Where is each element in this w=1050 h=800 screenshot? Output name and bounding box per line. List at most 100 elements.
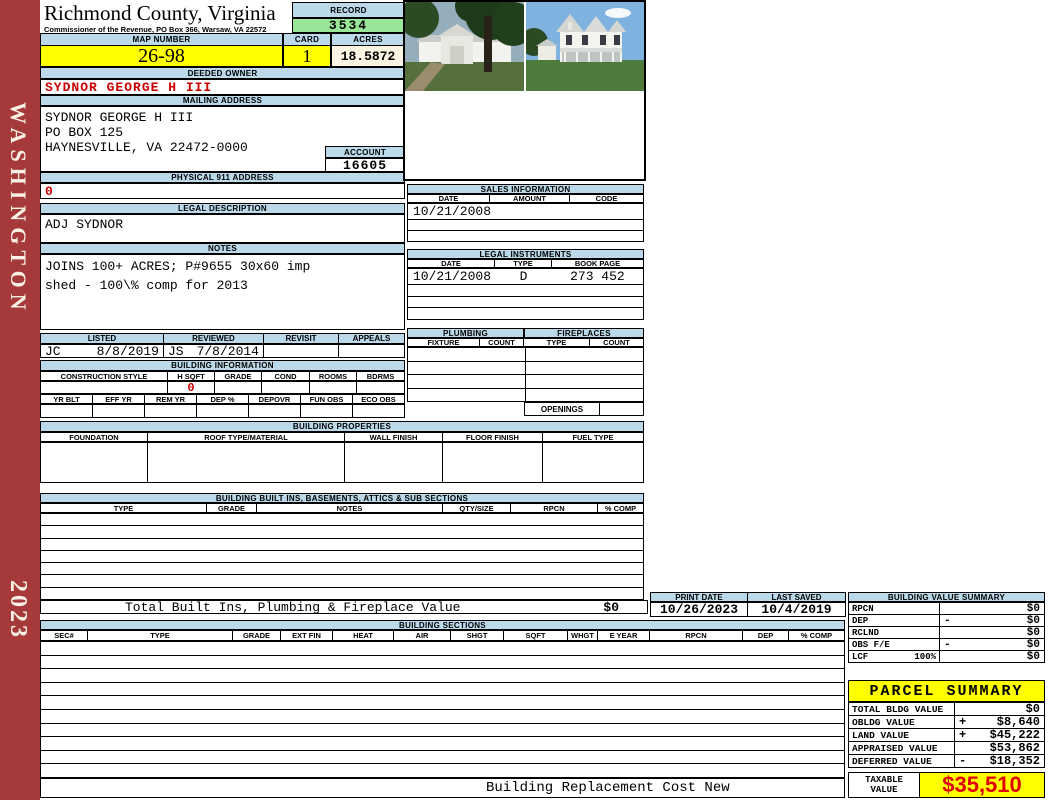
sales-date-label: DATE bbox=[407, 194, 490, 203]
parcel-row-value: - $18,352 bbox=[955, 754, 1045, 768]
physical-911-value: 0 bbox=[40, 183, 405, 199]
ecoobs-label: ECO OBS bbox=[353, 394, 405, 404]
mailing-line-1: SYDNOR GEORGE H III bbox=[45, 110, 194, 125]
sec-type-label: TYPE bbox=[88, 630, 233, 641]
deeded-owner-label: DEEDED OWNER bbox=[40, 67, 405, 79]
taxable-label: TAXABLE VALUE bbox=[848, 772, 920, 798]
sections-footer: Building Replacement Cost New bbox=[40, 778, 845, 798]
building-value-summary-rows: RPCN $0 DEP - $0 RCLND $0 OBS F/E - $0 LCF bbox=[848, 602, 1045, 663]
sec-grade-label: GRADE bbox=[233, 630, 281, 641]
mailing-line-2: PO BOX 125 bbox=[45, 125, 124, 140]
instr-date-label: DATE bbox=[407, 259, 495, 268]
hsqft-value: 0 bbox=[168, 381, 215, 394]
roof-label: ROOF TYPE/MATERIAL bbox=[148, 432, 345, 442]
building-properties-label: BUILDING PROPERTIES bbox=[40, 421, 644, 432]
sec-num-label: SEC# bbox=[40, 630, 88, 641]
record-label: RECORD bbox=[292, 2, 405, 18]
sections-empty-rows bbox=[40, 641, 845, 778]
builtins-header-row: TYPE GRADE NOTES QTY/SIZE RPCN % COMP bbox=[40, 503, 644, 513]
bdrms-label: BDRMS bbox=[357, 371, 405, 381]
review-header-row: LISTED REVIEWED REVISIT APPEALS bbox=[40, 333, 405, 344]
cond-label: COND bbox=[262, 371, 310, 381]
sidebar-spine: WASHINGTON 2023 bbox=[0, 0, 40, 800]
fireplaces-label: FIREPLACES bbox=[524, 328, 644, 338]
last-saved-value: 10/4/2019 bbox=[748, 602, 846, 617]
deeded-owner-value: SYDNOR GEORGE H III bbox=[40, 79, 405, 95]
card-value: 1 bbox=[283, 45, 331, 67]
parcel-row-label: DEFERRED VALUE bbox=[848, 754, 955, 768]
plumbing-label: PLUMBING bbox=[407, 328, 524, 338]
appeals-value bbox=[339, 344, 405, 358]
sec-sqft-label: SQFT bbox=[504, 630, 568, 641]
reviewed-value: JS 7/8/2014 bbox=[164, 344, 264, 358]
sec-dep-label: DEP bbox=[743, 630, 789, 641]
record-value: 3534 bbox=[292, 18, 405, 33]
sec-whgt-label: WHGT bbox=[568, 630, 598, 641]
effyr-label: EFF YR bbox=[93, 394, 145, 404]
sec-rpcn-label: RPCN bbox=[650, 630, 743, 641]
sec-extfin-label: EXT FIN bbox=[281, 630, 333, 641]
parcel-summary-label: PARCEL SUMMARY bbox=[848, 680, 1045, 702]
bvs-row-value: $0 bbox=[940, 650, 1045, 663]
parcel-row-value: $53,862 bbox=[955, 741, 1045, 755]
account-label: ACCOUNT bbox=[325, 146, 405, 158]
building-info-value-row1: 0 bbox=[40, 381, 405, 394]
sec-air-label: AIR bbox=[394, 630, 451, 641]
parcel-row-label: OBLDG VALUE bbox=[848, 715, 955, 729]
listed-value: JC 8/8/2019 bbox=[40, 344, 164, 358]
building-info-value-row2 bbox=[40, 404, 405, 418]
legal-description-value: ADJ SYDNOR bbox=[40, 214, 405, 243]
depovr-label: DEPOVR bbox=[249, 394, 301, 404]
map-number-value: 26-98 bbox=[40, 45, 283, 67]
plumb-fire-header-row: FIXTURE COUNT TYPE COUNT bbox=[407, 338, 644, 347]
notes-label: NOTES bbox=[40, 243, 405, 254]
plumb-count-label: COUNT bbox=[480, 338, 524, 347]
builtins-total-label: Total Built Ins, Plumbing & Fireplace Va… bbox=[125, 599, 461, 615]
builtins-type-label: TYPE bbox=[40, 503, 207, 513]
sec-heat-label: HEAT bbox=[333, 630, 394, 641]
builtins-notes-label: NOTES bbox=[257, 503, 443, 513]
building-information-label: BUILDING INFORMATION bbox=[40, 360, 405, 371]
appeals-label: APPEALS bbox=[339, 333, 405, 344]
instr-bookpage-label: BOOK PAGE bbox=[552, 259, 644, 268]
parcel-summary-rows: TOTAL BLDG VALUE $0 OBLDG VALUE + $8,640 … bbox=[848, 702, 1045, 768]
openings-label: OPENINGS bbox=[524, 402, 600, 416]
tax-year-label: 2023 bbox=[5, 580, 31, 640]
district-label: WASHINGTON bbox=[6, 102, 31, 316]
yrblt-label: YR BLT bbox=[40, 394, 93, 404]
instruments-header-row: DATE TYPE BOOK PAGE bbox=[407, 259, 644, 268]
builtins-rpcn-label: RPCN bbox=[511, 503, 598, 513]
taxable-value: $35,510 bbox=[920, 772, 1045, 798]
taxable-row: TAXABLE VALUE $35,510 bbox=[848, 772, 1045, 798]
wall-finish-label: WALL FINISH bbox=[345, 432, 443, 442]
sales-information-label: SALES INFORMATION bbox=[407, 184, 644, 194]
sec-comp-label: % COMP bbox=[789, 630, 845, 641]
builtins-empty-rows bbox=[40, 513, 644, 600]
foundation-label: FOUNDATION bbox=[40, 432, 148, 442]
parcel-row-label: APPRAISED VALUE bbox=[848, 741, 955, 755]
sales-row-1-date: 10/21/2008 bbox=[408, 204, 643, 220]
acres-value: 18.5872 bbox=[331, 45, 405, 67]
builtins-grade-label: GRADE bbox=[207, 503, 257, 513]
physical-911-label: PHYSICAL 911 ADDRESS bbox=[40, 172, 405, 183]
building-sections-label: BUILDING SECTIONS bbox=[40, 620, 845, 630]
account-value: 16605 bbox=[325, 158, 405, 173]
parcel-row-value: + $8,640 bbox=[955, 715, 1045, 729]
sec-eyear-label: E YEAR bbox=[598, 630, 650, 641]
remyr-label: REM YR bbox=[145, 394, 197, 404]
properties-header-row: FOUNDATION ROOF TYPE/MATERIAL WALL FINIS… bbox=[40, 432, 644, 442]
builtins-qty-label: QTY/SIZE bbox=[443, 503, 511, 513]
fire-type-label: TYPE bbox=[524, 338, 590, 347]
sales-code-label: CODE bbox=[570, 194, 644, 203]
property-record-card: WASHINGTON 2023 Richmond County, Virgini… bbox=[0, 0, 1050, 800]
parcel-row-label: TOTAL BLDG VALUE bbox=[848, 702, 955, 716]
fire-count-label: COUNT bbox=[590, 338, 644, 347]
grade-label: GRADE bbox=[215, 371, 262, 381]
fuel-type-label: FUEL TYPE bbox=[543, 432, 644, 442]
bvs-row-label: LCF 100% bbox=[848, 650, 940, 663]
legal-instruments-label: LEGAL INSTRUMENTS bbox=[407, 249, 644, 259]
review-value-row: JC 8/8/2019 JS 7/8/2014 bbox=[40, 344, 405, 358]
reviewed-label: REVIEWED bbox=[164, 333, 264, 344]
builtins-comp-label: % COMP bbox=[598, 503, 644, 513]
print-date-label: PRINT DATE bbox=[650, 592, 748, 602]
